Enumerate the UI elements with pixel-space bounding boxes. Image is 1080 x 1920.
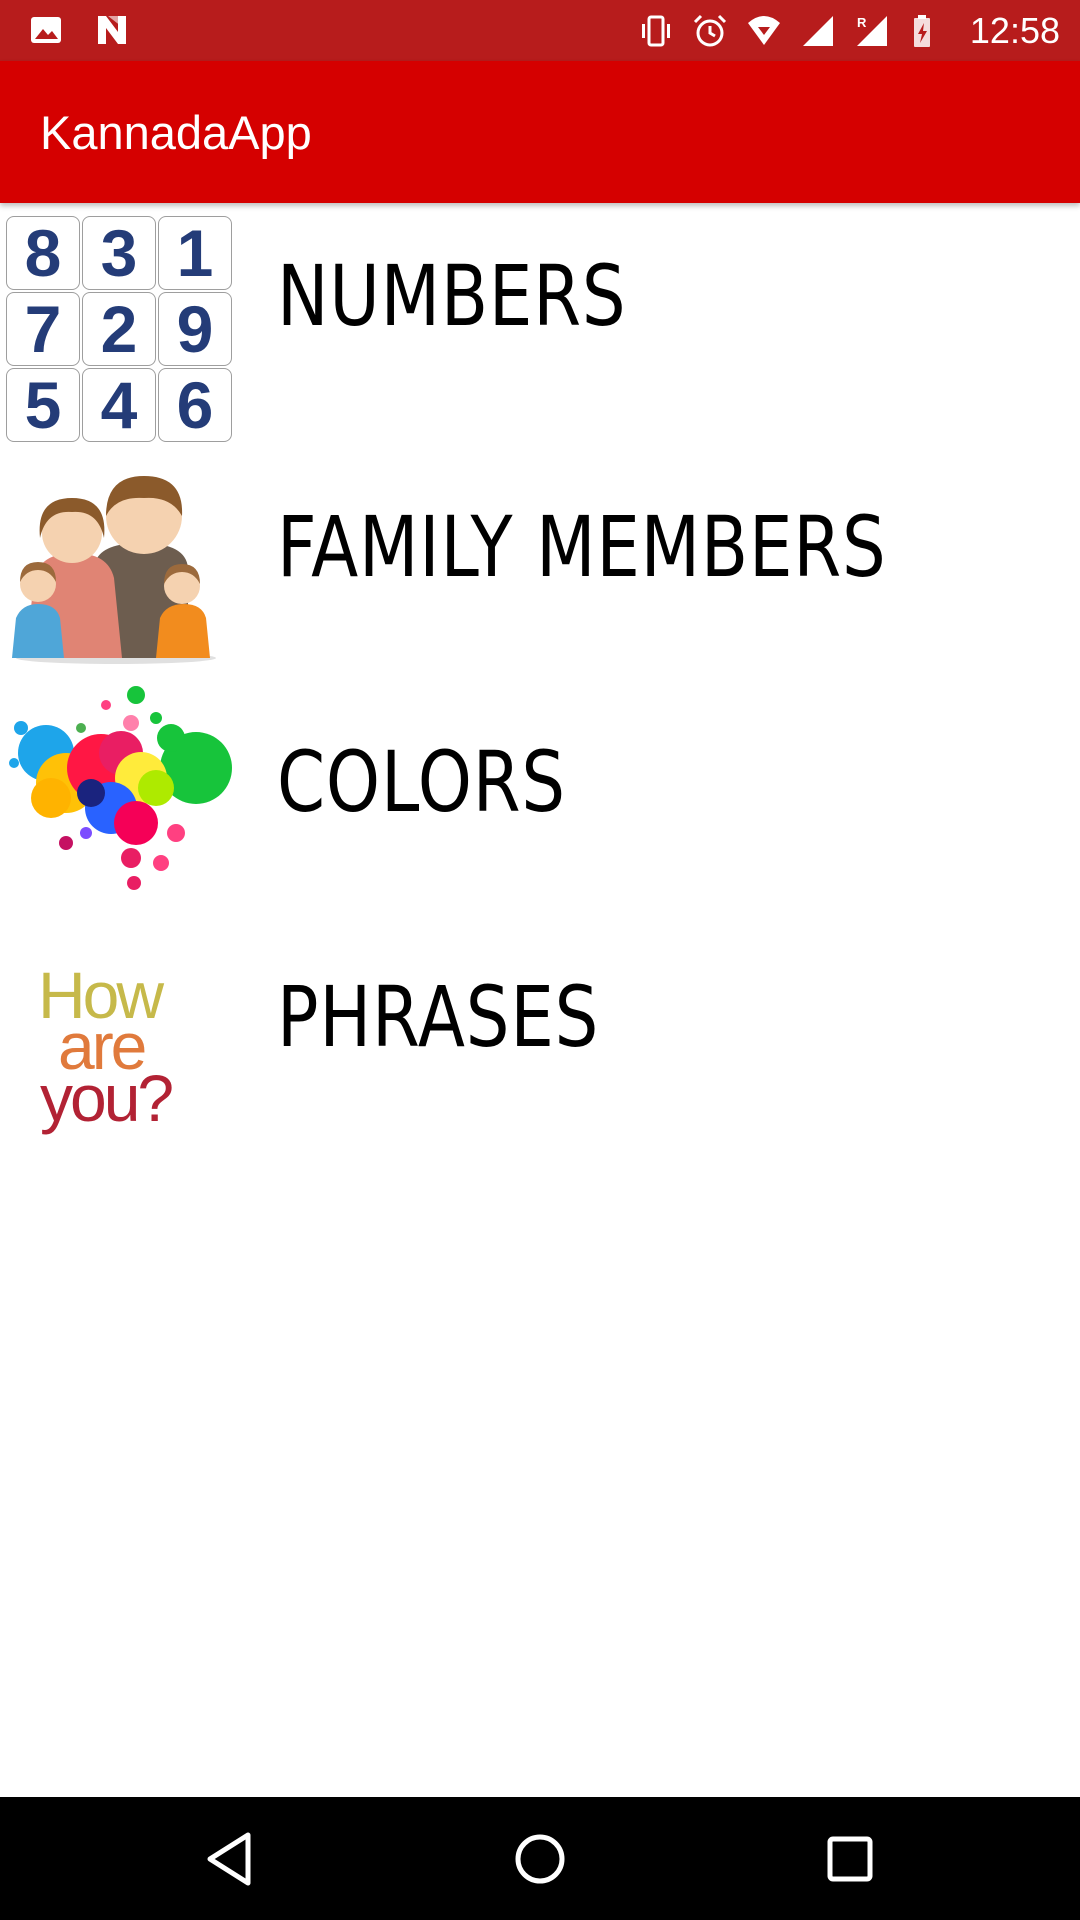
wifi-icon	[747, 16, 780, 45]
paint-splash-icon	[6, 683, 236, 903]
digit-cell: 4	[82, 368, 156, 442]
app-bar: KannadaApp	[0, 61, 1080, 203]
digit-cell: 8	[6, 216, 80, 290]
image-icon	[31, 17, 61, 43]
battery-charging-icon	[913, 15, 930, 47]
n-notification-icon	[98, 16, 126, 44]
recents-icon[interactable]	[818, 1827, 882, 1891]
digit-cell: 5	[6, 368, 80, 442]
vibrate-icon	[641, 15, 670, 47]
list-item-numbers[interactable]: 8 3 1 7 2 9 5 4 6 NUMBERS	[0, 213, 1080, 448]
list-item-colors[interactable]: COLORS	[0, 683, 1080, 913]
digit-cell: 7	[6, 292, 80, 366]
item-label-colors: COLORS	[277, 733, 566, 831]
you-word: you?	[40, 1060, 174, 1135]
list-item-family-members[interactable]: FAMILY MEMBERS	[0, 458, 1080, 668]
signal-icon	[802, 16, 833, 46]
number-grid-icon: 8 3 1 7 2 9 5 4 6	[6, 216, 236, 442]
app-title: KannadaApp	[40, 106, 312, 159]
list-item-phrases[interactable]: How are you? PHRASES	[0, 938, 1080, 1158]
status-bar: R 12:58	[0, 0, 1080, 61]
digit-cell: 9	[158, 292, 232, 366]
family-icon	[6, 458, 236, 673]
svg-text:R: R	[857, 15, 867, 30]
digit-cell: 2	[82, 292, 156, 366]
navigation-bar	[0, 1797, 1080, 1920]
item-label-phrases: PHRASES	[277, 968, 600, 1066]
alarm-icon	[693, 14, 726, 47]
home-icon[interactable]	[508, 1827, 572, 1891]
back-icon[interactable]	[198, 1827, 262, 1891]
roaming-signal-icon: R	[856, 15, 887, 46]
item-label-family-members: FAMILY MEMBERS	[277, 498, 887, 596]
digit-cell: 1	[158, 216, 232, 290]
digit-cell: 3	[82, 216, 156, 290]
how-are-you-icon: How are you?	[38, 962, 268, 1135]
digit-cell: 6	[158, 368, 232, 442]
status-time: 12:58	[969, 10, 1060, 51]
item-label-numbers: NUMBERS	[277, 247, 627, 345]
